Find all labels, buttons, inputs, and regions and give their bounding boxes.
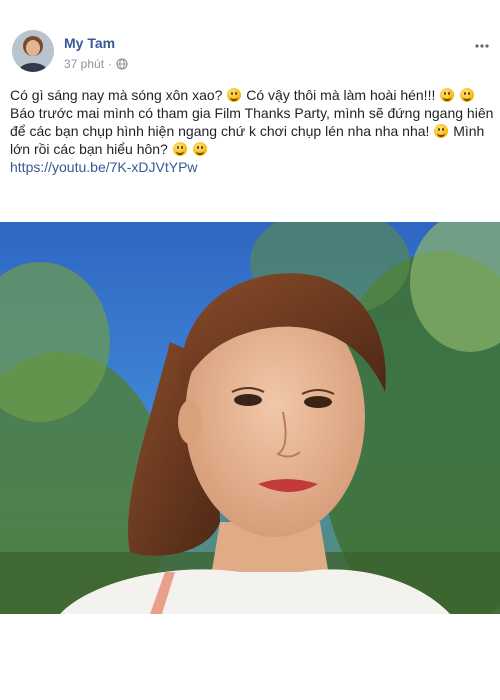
smiling-face-emoji: [192, 142, 207, 156]
smiling-face-emoji: [227, 88, 242, 102]
smiling-face-emoji: [440, 88, 455, 102]
post-line-2: Báo trước mai mình có tham gia Film Than…: [10, 105, 494, 157]
youtube-link[interactable]: https://youtu.be/7K-xDJVtYPw: [10, 159, 198, 175]
post-footer-blank: [0, 614, 500, 700]
meta-separator: ·: [108, 57, 113, 71]
post-meta: 37 phút ·: [64, 57, 128, 71]
post-text: Có gì sáng nay mà sóng xôn xao? Có vậy t…: [10, 86, 495, 176]
globe-icon: [116, 58, 128, 70]
smiling-face-emoji: [434, 124, 449, 138]
more-options-icon[interactable]: [474, 38, 490, 48]
post-timestamp[interactable]: 37 phút: [64, 57, 104, 71]
author-name[interactable]: My Tam: [64, 35, 115, 51]
author-avatar[interactable]: [12, 30, 54, 72]
smiling-face-emoji: [460, 88, 475, 102]
post-line-1: Có gì sáng nay mà sóng xôn xao? Có vậy t…: [10, 86, 495, 104]
smiling-face-emoji: [172, 142, 187, 156]
post-photo[interactable]: [0, 222, 500, 614]
facebook-post: My Tam 37 phút · Có gì sáng nay mà sóng …: [0, 0, 500, 700]
